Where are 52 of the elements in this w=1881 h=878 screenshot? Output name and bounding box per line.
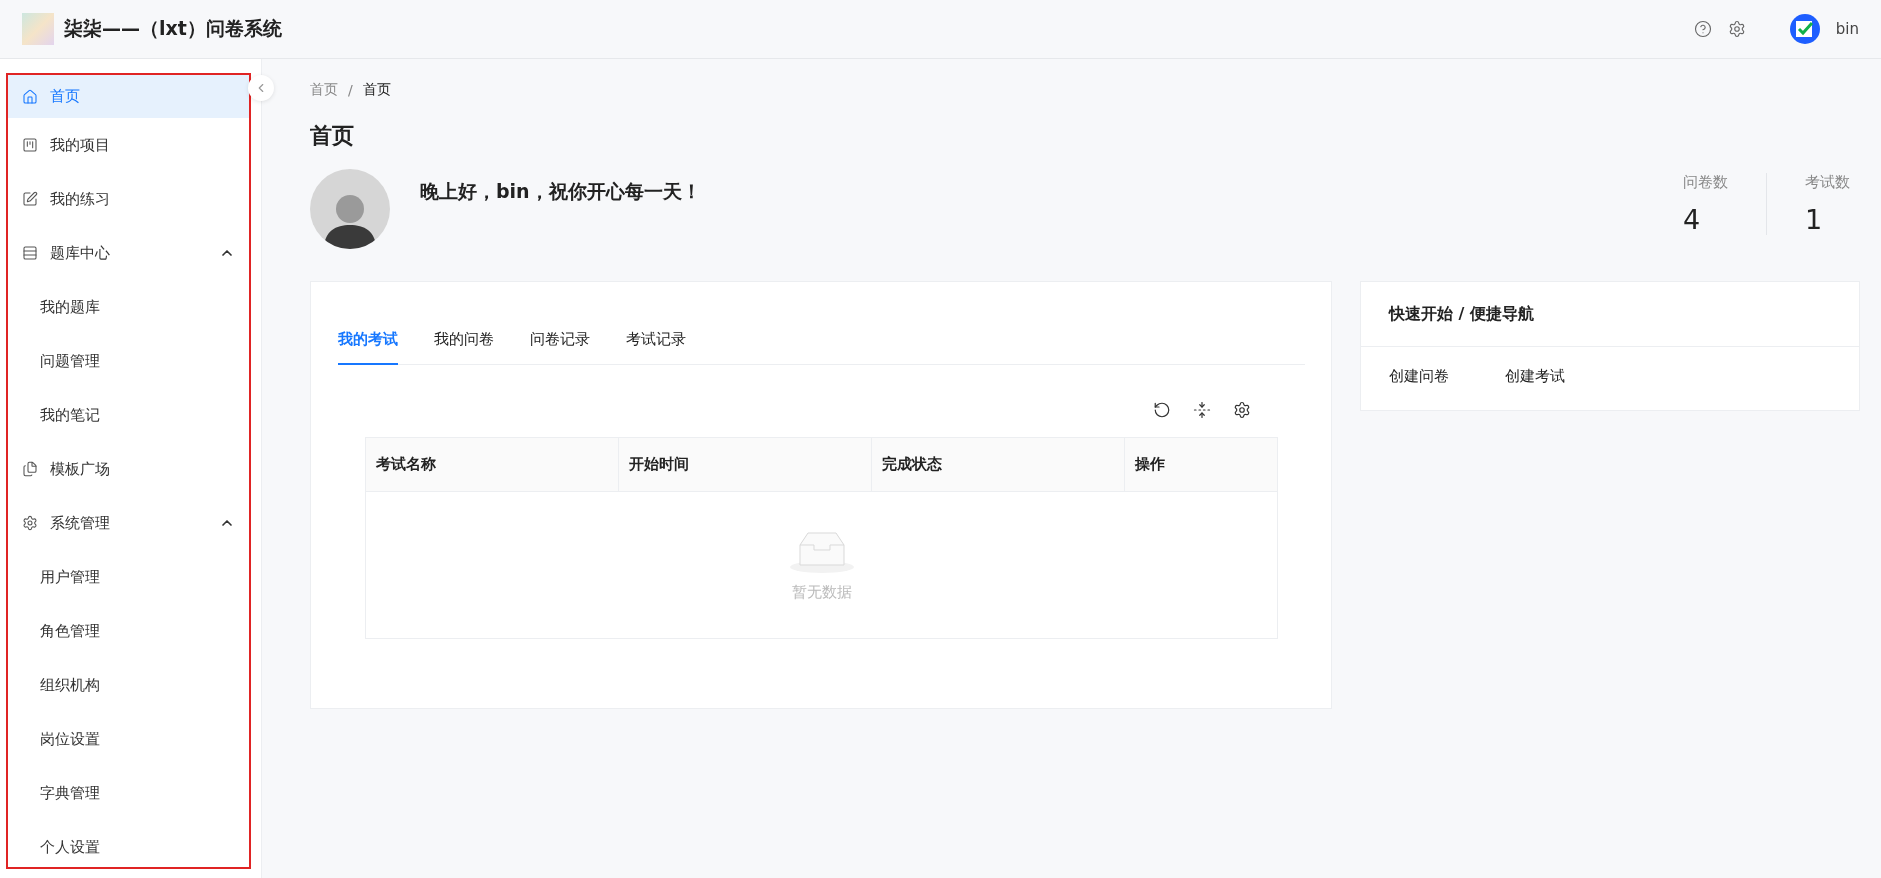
menu-item[interactable]: 首页 [8,75,249,118]
menu-icon [22,245,38,261]
menu-item[interactable]: 用户管理 [8,550,249,604]
menu-item[interactable]: 个人设置 [8,820,249,867]
menu-item[interactable]: 题库中心 [8,226,249,280]
menu-item[interactable]: 系统管理 [8,496,249,550]
collapse-button[interactable] [248,75,274,101]
menu-icon [22,461,38,477]
menu-item[interactable]: 字典管理 [8,766,249,820]
stat-label: 问卷数 [1683,173,1728,192]
tab[interactable]: 考试记录 [626,308,686,365]
menu-icon [22,191,38,207]
column-header: 开始时间 [618,438,871,491]
menu-item[interactable]: 我的题库 [8,280,249,334]
page-title: 首页 [310,122,355,150]
logo-image [22,13,54,45]
menu-icon [22,137,38,153]
card-title: 快速开始 / 便捷导航 [1361,282,1859,347]
settings-icon[interactable] [1233,401,1251,419]
menu-item[interactable]: 问题管理 [8,334,249,388]
column-header: 完成状态 [871,438,1124,491]
user-name[interactable]: bin [1835,20,1859,38]
breadcrumb-separator: / [348,82,353,98]
refresh-icon[interactable] [1153,401,1171,419]
help-icon[interactable] [1693,20,1712,38]
nav-link[interactable]: 创建考试 [1505,367,1565,386]
menu-item[interactable]: 岗位设置 [8,712,249,766]
column-header: 考试名称 [375,454,437,475]
empty-text: 暂无数据 [791,582,852,602]
tab[interactable]: 我的问卷 [434,308,494,365]
menu-item[interactable]: 我的笔记 [8,388,249,442]
greeting-text: 晚上好，bin，祝你开心每一天！ [420,179,701,204]
menu-icon [22,515,38,531]
menu-item[interactable]: 我的项目 [8,118,249,172]
menu-item[interactable]: 我的练习 [8,172,249,226]
tab[interactable]: 我的考试 [338,308,398,365]
breadcrumb-item[interactable]: 首页 [310,81,338,99]
menu-item[interactable]: 模板广场 [8,442,249,496]
settings-icon[interactable] [1727,20,1746,38]
row-height-icon[interactable] [1193,401,1211,419]
tab[interactable]: 问卷记录 [530,308,590,365]
menu-item[interactable]: 组织机构 [8,658,249,712]
stat-label: 考试数 [1805,173,1850,192]
stat-value: 1 [1805,204,1823,235]
stat-value: 4 [1683,204,1701,235]
user-avatar-icon[interactable] [1789,14,1820,44]
menu-item[interactable]: 角色管理 [8,604,249,658]
menu-icon [22,88,38,105]
column-header: 操作 [1124,438,1277,491]
app-title: 柒柒——（lxt）问卷系统 [64,16,282,41]
nav-link[interactable]: 创建问卷 [1389,367,1449,386]
breadcrumb-item: 首页 [362,81,391,99]
